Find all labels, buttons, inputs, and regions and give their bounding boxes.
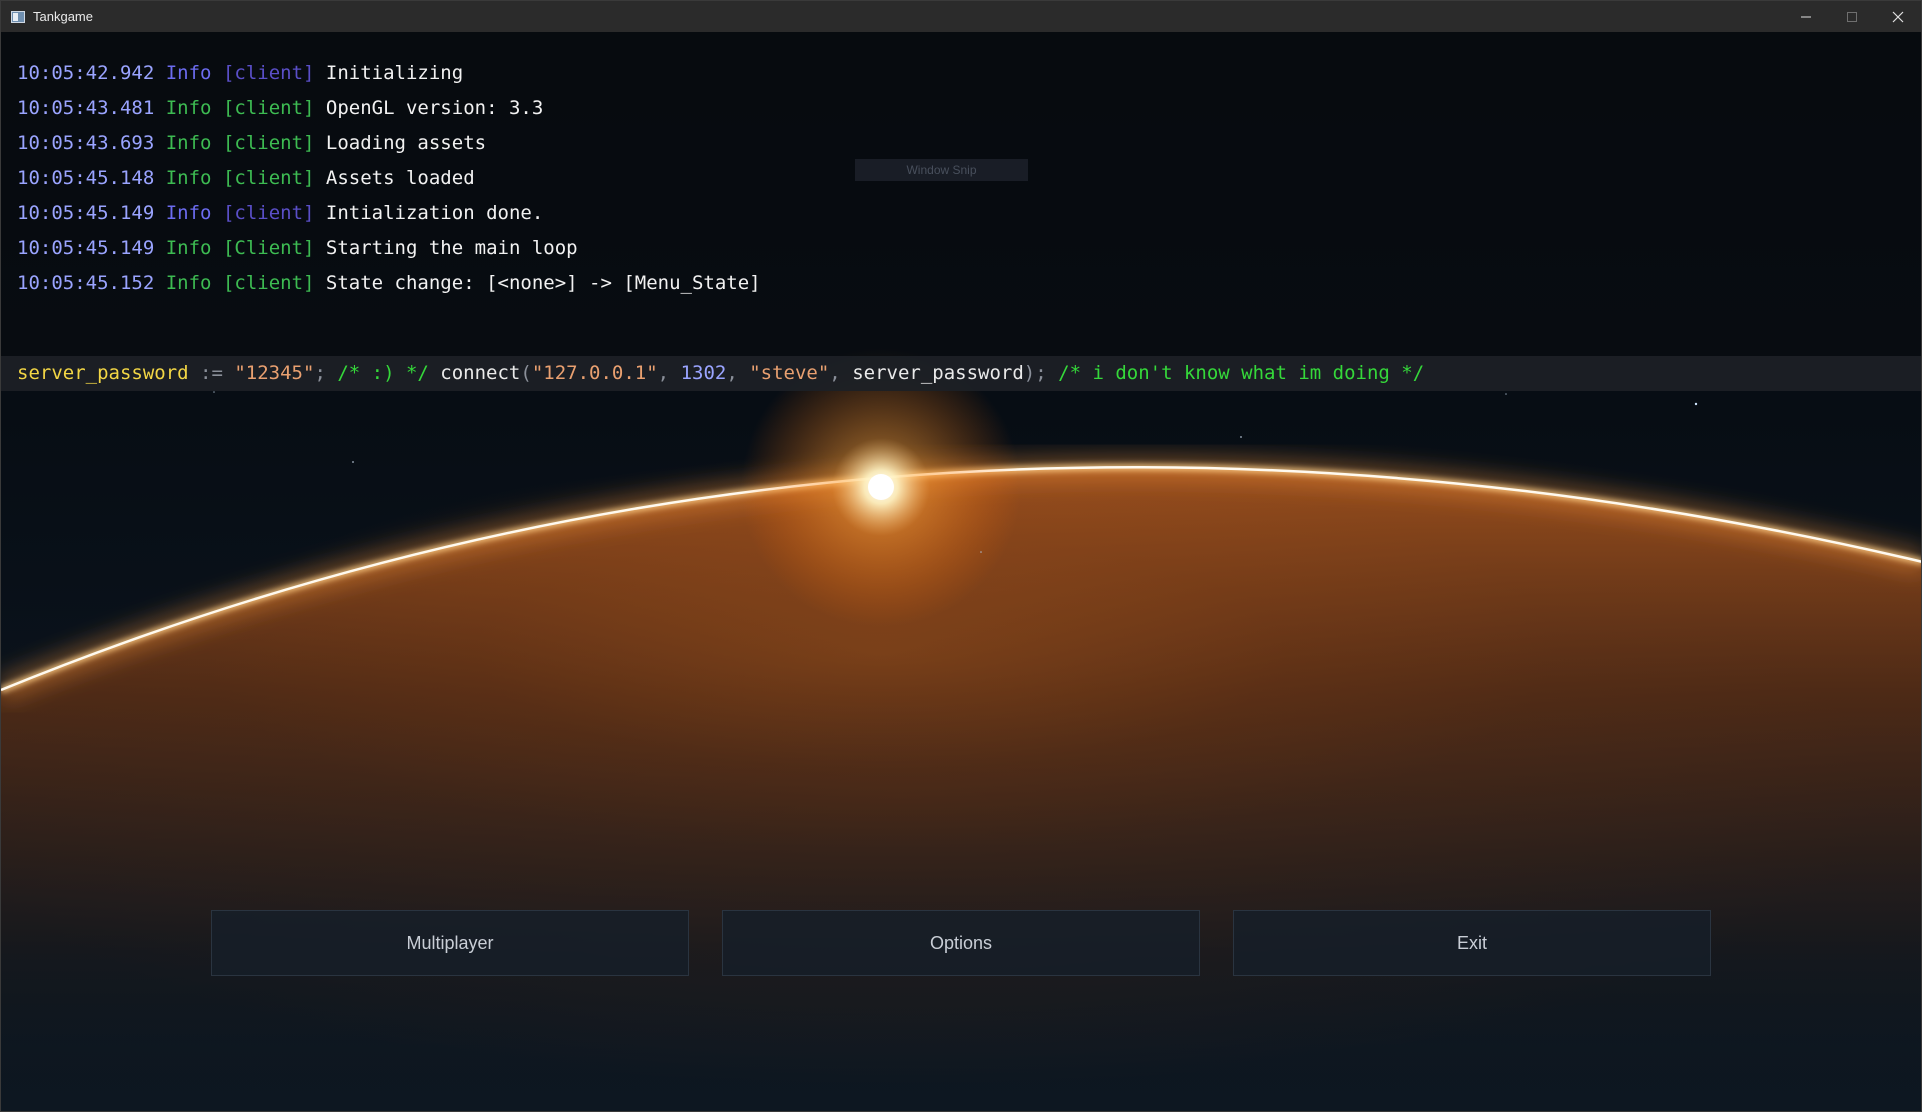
log-tag: [client] — [222, 272, 315, 294]
exit-button[interactable]: Exit — [1233, 910, 1711, 976]
maximize-icon — [1847, 11, 1857, 22]
log-line: 10:05:43.693 Info [client] Loading asset… — [17, 126, 486, 161]
log-line: 10:05:45.152 Info [client] State change:… — [17, 266, 761, 301]
title-bar[interactable]: Tankgame — [1, 1, 1921, 32]
log-timestamp: 10:05:43.481 — [17, 97, 155, 119]
input-token: , — [726, 362, 750, 384]
maximize-button[interactable] — [1829, 1, 1875, 32]
multiplayer-button[interactable]: Multiplayer — [211, 910, 689, 976]
game-window: Tankgame 10:05:42.942 Info [client] Init… — [0, 0, 1922, 1112]
log-timestamp: 10:05:43.693 — [17, 132, 155, 154]
log-message: OpenGL version: 3.3 — [325, 97, 544, 119]
log-message: Assets loaded — [325, 167, 475, 189]
log-tag: [client] — [222, 202, 315, 224]
log-level: Info — [165, 272, 212, 294]
log-line: 10:05:45.149 Info [Client] Starting the … — [17, 231, 578, 266]
input-token: /* :) */ — [337, 362, 429, 384]
log-timestamp: 10:05:42.942 — [17, 62, 155, 84]
log-message: Intialization done. — [325, 202, 544, 224]
log-message: State change: [<none>] -> [Menu_State] — [325, 272, 761, 294]
log-line: 10:05:45.148 Info [client] Assets loaded — [17, 161, 475, 196]
log-tag: [Client] — [222, 237, 315, 259]
log-level: Info — [165, 97, 212, 119]
close-icon — [1892, 11, 1904, 22]
window-controls — [1783, 1, 1921, 32]
console-input[interactable]: server_password := "12345"; /* :) */ con… — [1, 356, 1921, 391]
input-token: , — [657, 362, 681, 384]
log-tag: [client] — [222, 167, 315, 189]
log-level: Info — [165, 202, 212, 224]
close-button[interactable] — [1875, 1, 1921, 32]
input-token — [1047, 362, 1058, 384]
log-tag: [client] — [222, 62, 315, 84]
log-message: Initializing — [325, 62, 464, 84]
log-tag: [client] — [222, 132, 315, 154]
options-button[interactable]: Options — [722, 910, 1200, 976]
input-token: "12345" — [234, 362, 315, 384]
log-message: Loading assets — [325, 132, 487, 154]
input-token: ); — [1023, 362, 1047, 384]
log-tag: [client] — [222, 97, 315, 119]
input-token: server_password — [852, 362, 1024, 384]
input-token: "127.0.0.1" — [531, 362, 658, 384]
console-overlay: 10:05:42.942 Info [client] Initializing … — [1, 32, 1921, 391]
app-icon — [11, 10, 25, 23]
window-title: Tankgame — [33, 9, 93, 24]
log-level: Info — [165, 167, 212, 189]
input-token: ; — [314, 362, 338, 384]
input-token: := — [188, 362, 235, 384]
input-token — [429, 362, 440, 384]
log-level: Info — [165, 237, 212, 259]
log-message: Starting the main loop — [325, 237, 578, 259]
log-timestamp: 10:05:45.149 — [17, 237, 155, 259]
minimize-icon — [1801, 16, 1811, 17]
input-token: connect — [440, 362, 521, 384]
input-token: server_password — [17, 362, 189, 384]
input-token: "steve" — [749, 362, 830, 384]
window-snip-overlay: Window Snip — [855, 159, 1028, 181]
input-token: ( — [520, 362, 532, 384]
log-timestamp: 10:05:45.152 — [17, 272, 155, 294]
input-token: /* i don't know what im doing */ — [1058, 362, 1425, 384]
log-timestamp: 10:05:45.149 — [17, 202, 155, 224]
input-token: , — [829, 362, 853, 384]
log-timestamp: 10:05:45.148 — [17, 167, 155, 189]
log-line: 10:05:43.481 Info [client] OpenGL versio… — [17, 91, 543, 126]
log-level: Info — [165, 62, 212, 84]
minimize-button[interactable] — [1783, 1, 1829, 32]
log-line: 10:05:42.942 Info [client] Initializing — [17, 56, 463, 91]
log-line: 10:05:45.149 Info [client] Intialization… — [17, 196, 543, 231]
input-token: 1302 — [680, 362, 727, 384]
log-level: Info — [165, 132, 212, 154]
